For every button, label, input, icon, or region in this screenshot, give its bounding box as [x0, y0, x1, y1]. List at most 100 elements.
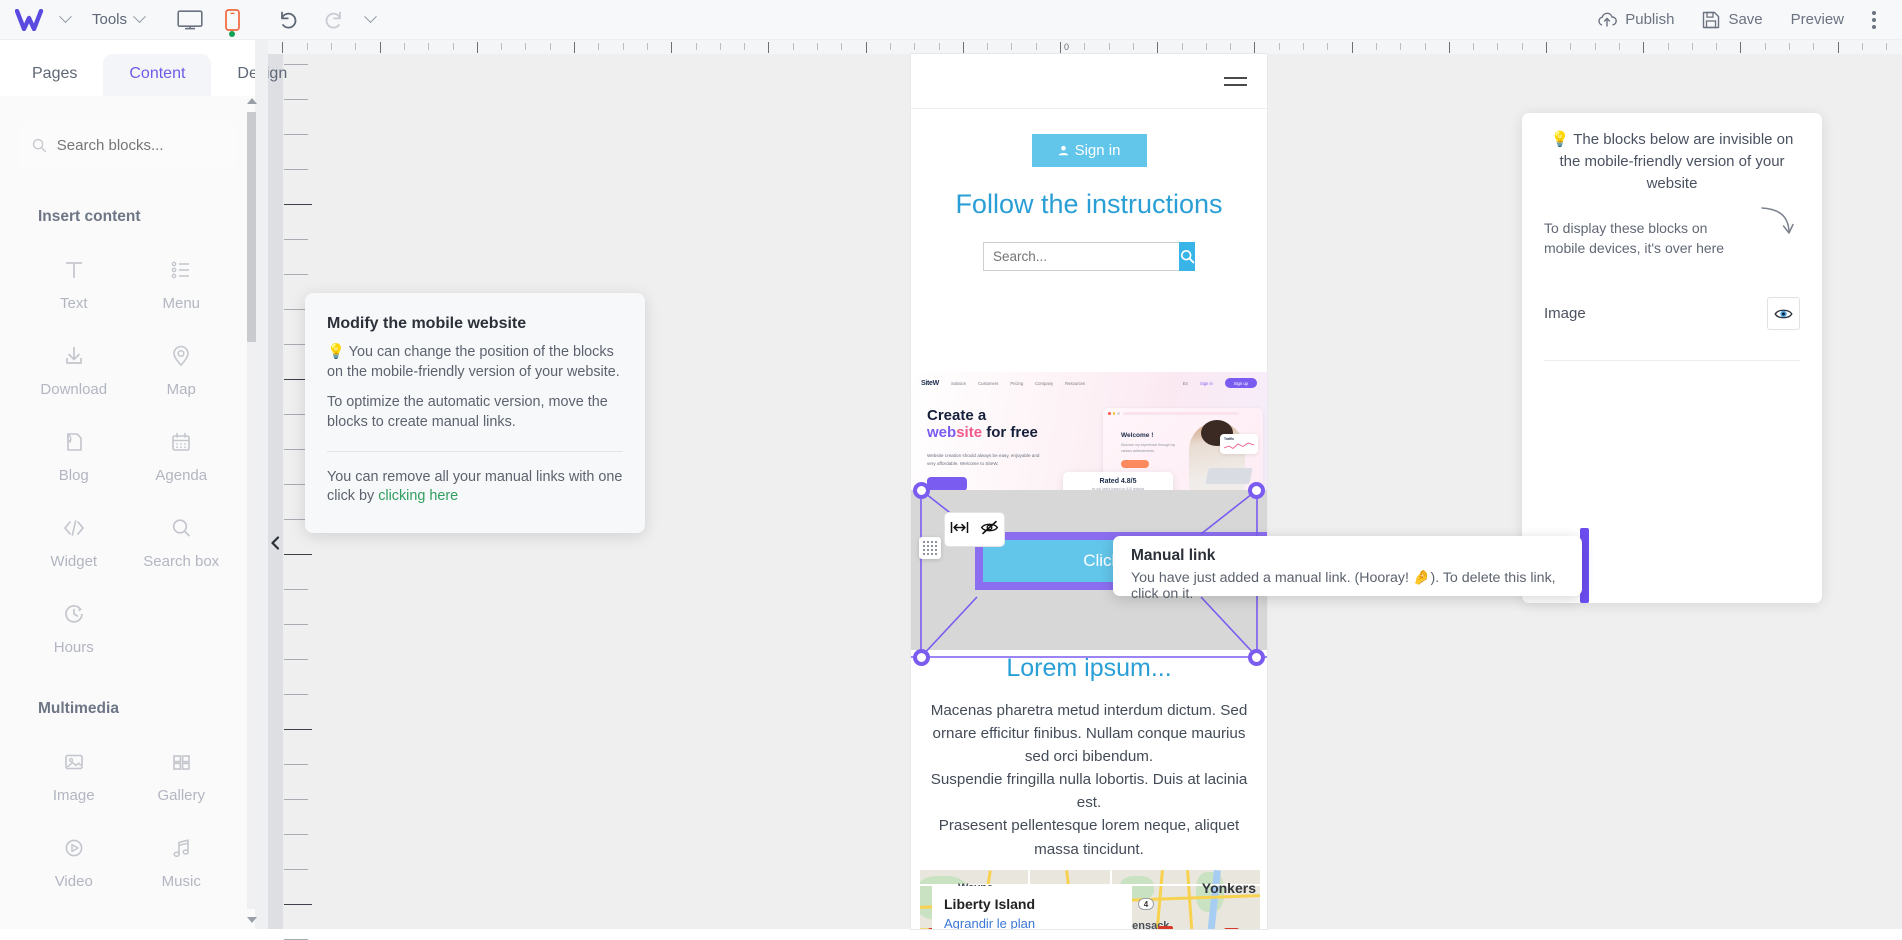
ruler-tick: [793, 43, 794, 50]
scroll-down-arrow[interactable]: [247, 917, 257, 923]
route-shield: 4: [1138, 898, 1154, 910]
popup-divider: [327, 451, 623, 452]
popup-paragraph-2: To optimize the automatic version, move …: [327, 393, 623, 433]
hamburger-menu-icon[interactable]: [1224, 72, 1247, 91]
burger-line: [1224, 77, 1247, 79]
mobile-view-button[interactable]: [211, 0, 253, 40]
block-map[interactable]: Map: [128, 342, 236, 398]
signin-button[interactable]: Sign in: [1032, 134, 1147, 167]
tooltip-title: Manual link: [1131, 547, 1564, 565]
hide-block-button[interactable]: [980, 520, 999, 540]
panel-heading-text: The blocks below are invisible on the mo…: [1559, 131, 1793, 192]
publish-cloud-icon: [1597, 12, 1617, 28]
hero-nav-item: Resources: [1065, 381, 1085, 386]
ruler-tick: [550, 43, 551, 50]
sidebar-scrollbar[interactable]: [247, 98, 256, 923]
ruler-tick: [284, 694, 308, 695]
ruler-tick: [307, 43, 308, 50]
mockup-text: Discover my experience through my variou…: [1121, 442, 1177, 454]
redo-button[interactable]: [311, 0, 355, 40]
ruler-tick: [1862, 43, 1863, 50]
search-blocks-field[interactable]: [18, 122, 237, 168]
block-video[interactable]: Video: [20, 834, 128, 890]
ruler-tick: [284, 239, 308, 240]
history-dropdown-button[interactable]: [355, 0, 386, 40]
invisible-blocks-panel: 💡 The blocks below are invisible on the …: [1522, 113, 1822, 603]
block-image[interactable]: Image: [20, 748, 128, 804]
block-label: Menu: [162, 295, 200, 312]
resize-handle-top-right[interactable]: [1248, 482, 1265, 499]
more-options-button[interactable]: [1858, 11, 1890, 29]
resize-handle-bottom-left[interactable]: [913, 649, 930, 666]
resize-handle-bottom-right[interactable]: [1248, 649, 1265, 666]
toggle-visibility-button[interactable]: [1767, 297, 1800, 330]
block-menu[interactable]: Menu: [128, 256, 236, 312]
search-submit-button[interactable]: [1179, 242, 1195, 271]
drag-grip-handle[interactable]: [919, 537, 941, 559]
ruler-tick: [647, 43, 648, 50]
block-hours[interactable]: Hours: [20, 600, 128, 656]
block-agenda[interactable]: Agenda: [128, 428, 236, 484]
ruler-tick: [284, 274, 308, 275]
ruler-tick: [890, 43, 891, 50]
desktop-view-button[interactable]: [169, 0, 211, 40]
scroll-up-arrow[interactable]: [247, 98, 257, 104]
ruler-tick: [817, 43, 818, 50]
map-pin-icon: [167, 342, 195, 370]
ruler-tick: [598, 43, 599, 50]
publish-button[interactable]: Publish: [1583, 0, 1688, 40]
tools-menu-button[interactable]: Tools: [81, 0, 155, 40]
ruler-tick: [1279, 43, 1280, 50]
ruler-tick: [284, 624, 308, 625]
scrollbar-thumb[interactable]: [247, 112, 256, 342]
preview-button[interactable]: Preview: [1777, 0, 1858, 40]
ruler-tick: [428, 43, 429, 50]
block-music[interactable]: Music: [128, 834, 236, 890]
dot-yellow: [1113, 412, 1116, 415]
browser-address-bar: [1123, 412, 1239, 415]
block-widget[interactable]: Widget: [20, 514, 128, 570]
eye-icon: [1774, 307, 1793, 321]
ruler-tick: [1838, 42, 1839, 53]
chevron-left-icon: [270, 536, 281, 550]
ruler-tick: [453, 43, 454, 50]
page-title: Follow the instructions: [911, 189, 1267, 220]
map-block[interactable]: Wayne Yonkers kensack Clifton Montclair …: [920, 870, 1260, 929]
ruler-tick: [284, 589, 308, 590]
gallery-icon: [167, 748, 195, 776]
ruler-tick: [696, 43, 697, 50]
ruler-tick: [284, 729, 312, 730]
block-label: Video: [55, 873, 93, 890]
save-button[interactable]: Save: [1688, 0, 1776, 40]
search-input[interactable]: [57, 137, 223, 154]
search-input[interactable]: [983, 242, 1179, 271]
sidebar-collapse-button[interactable]: [266, 530, 284, 556]
undo-button[interactable]: [267, 0, 311, 40]
section-title-multimedia: Multimedia: [38, 700, 255, 718]
block-text[interactable]: Text: [20, 256, 128, 312]
clicking-here-link[interactable]: clicking here: [378, 488, 458, 504]
block-blog[interactable]: Blog: [20, 428, 128, 484]
sidebar-item-content[interactable]: Content: [103, 54, 211, 96]
ruler-tick: [1595, 43, 1596, 50]
logo-dropdown-button[interactable]: [50, 0, 81, 40]
panel-subtext: To display these blocks on mobile device…: [1544, 219, 1734, 259]
app-logo[interactable]: [14, 7, 50, 33]
ruler-tick: [1716, 43, 1717, 50]
popup-paragraph-1-text: You can change the position of the block…: [327, 344, 620, 380]
ruler-tick: [1182, 43, 1183, 50]
block-download[interactable]: Download: [20, 342, 128, 398]
ruler-tick: [284, 99, 308, 100]
resize-horizontal-button[interactable]: [950, 520, 969, 540]
code-icon: [60, 514, 88, 542]
ruler-tick: [1206, 43, 1207, 50]
map-expand-link[interactable]: Agrandir le plan: [944, 916, 1120, 929]
sidebar-item-pages[interactable]: Pages: [6, 54, 103, 96]
resize-handle-top-left[interactable]: [913, 482, 930, 499]
block-gallery[interactable]: Gallery: [128, 748, 236, 804]
hero-image-block[interactable]: SiteW Solution Customers Pricing Company…: [911, 372, 1267, 490]
block-search-box[interactable]: Search box: [128, 514, 236, 570]
block-label: Download: [40, 381, 107, 398]
desktop-icon: [177, 10, 203, 30]
multimedia-grid: Image Gallery Video: [20, 748, 235, 890]
